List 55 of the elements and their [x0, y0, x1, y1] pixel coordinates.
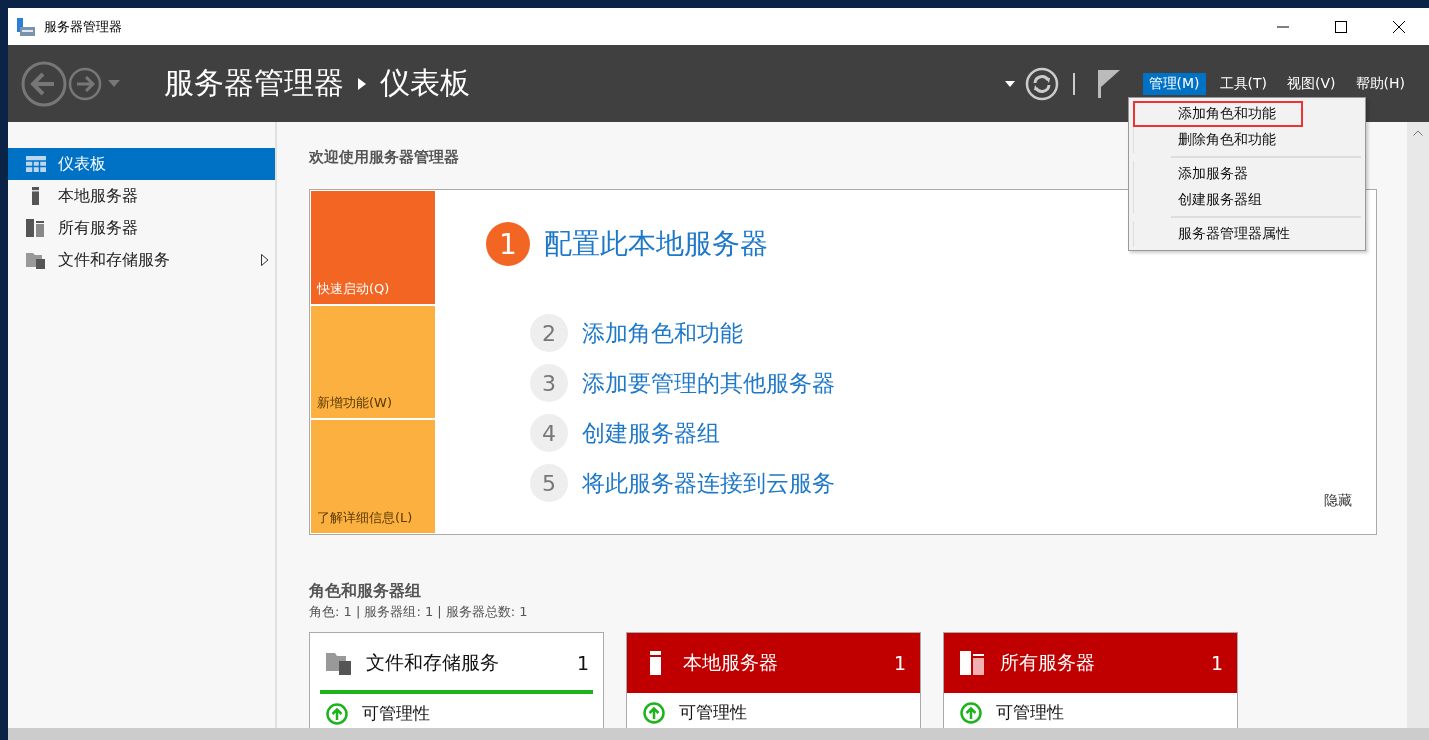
status-label[interactable]: 可管理性 — [362, 702, 430, 725]
scroll-up-icon[interactable] — [1413, 130, 1423, 136]
card-header[interactable]: 所有服务器 1 — [944, 633, 1237, 693]
menu-option[interactable]: 创建服务器组 — [1133, 187, 1363, 213]
sidebar-item[interactable]: 仪表板 — [8, 148, 275, 180]
card-header[interactable]: 本地服务器 1 — [627, 633, 920, 693]
section-title: 欢迎使用服务器管理器 — [309, 148, 460, 167]
caret-icon[interactable] — [1004, 80, 1015, 87]
forward-icon[interactable] — [68, 66, 102, 101]
menu-item[interactable]: 工具(T) — [1213, 72, 1274, 95]
step-link[interactable]: 添加角色和功能 — [582, 317, 743, 349]
breadcrumb-root[interactable]: 服务器管理器 — [164, 63, 344, 104]
section-title: 角色和服务器组 — [309, 581, 422, 602]
menu-option[interactable]: 添加角色和功能 — [1133, 101, 1303, 127]
menu-item[interactable]: 视图(V) — [1281, 72, 1342, 95]
horizontal-scrollbar[interactable] — [8, 728, 1429, 740]
sidebar-item[interactable]: 本地服务器 — [8, 180, 275, 212]
window-title: 服务器管理器 — [44, 17, 122, 36]
step-number: 1 — [486, 222, 530, 266]
step-number: 2 — [530, 314, 568, 352]
dashboard-icon — [26, 156, 46, 172]
status-label[interactable]: 可管理性 — [679, 701, 747, 724]
back-icon[interactable] — [20, 59, 68, 108]
menu-option[interactable]: 服务器管理器属性 — [1133, 221, 1363, 247]
sidebar-item[interactable]: 所有服务器 — [8, 212, 275, 244]
servers-icon — [26, 219, 46, 237]
scrollbar[interactable] — [1407, 122, 1429, 728]
app-icon — [16, 16, 36, 37]
expand-arrow-icon[interactable] — [261, 254, 269, 266]
hide-link[interactable]: 隐藏 — [1324, 492, 1352, 510]
tile-tab[interactable]: 新增功能(W) — [311, 305, 435, 419]
folder-icon — [326, 651, 352, 675]
menu-option[interactable]: 添加服务器 — [1133, 161, 1363, 187]
page-title: 仪表板 — [380, 64, 470, 102]
step-link[interactable]: 添加要管理的其他服务器 — [582, 367, 835, 399]
step-link[interactable]: 配置此本地服务器 — [544, 225, 768, 263]
maximize-icon[interactable] — [1335, 20, 1347, 33]
refresh-icon[interactable] — [1024, 66, 1059, 101]
servers-icon — [960, 651, 986, 675]
step-number: 3 — [530, 364, 568, 402]
close-icon[interactable] — [1393, 20, 1405, 33]
step-link[interactable]: 创建服务器组 — [582, 417, 720, 449]
chevron-icon — [358, 77, 366, 90]
status-label[interactable]: 可管理性 — [996, 701, 1064, 724]
step-number: 5 — [530, 464, 568, 502]
menu-item[interactable]: 管理(M) — [1142, 72, 1206, 95]
menu-option[interactable]: 删除角色和功能 — [1133, 127, 1363, 153]
folder-icon — [26, 251, 46, 269]
summary-text: 角色: 1 | 服务器组: 1 | 服务器总数: 1 — [309, 603, 529, 621]
step-link[interactable]: 将此服务器连接到云服务 — [582, 467, 835, 499]
tile-tab[interactable]: 了解详细信息(L) — [311, 420, 435, 533]
menu-item[interactable]: 帮助(H) — [1349, 72, 1411, 95]
flag-icon[interactable] — [1096, 68, 1121, 99]
step-number: 4 — [530, 414, 568, 452]
sidebar-item[interactable]: 文件和存储服务 — [8, 244, 275, 276]
